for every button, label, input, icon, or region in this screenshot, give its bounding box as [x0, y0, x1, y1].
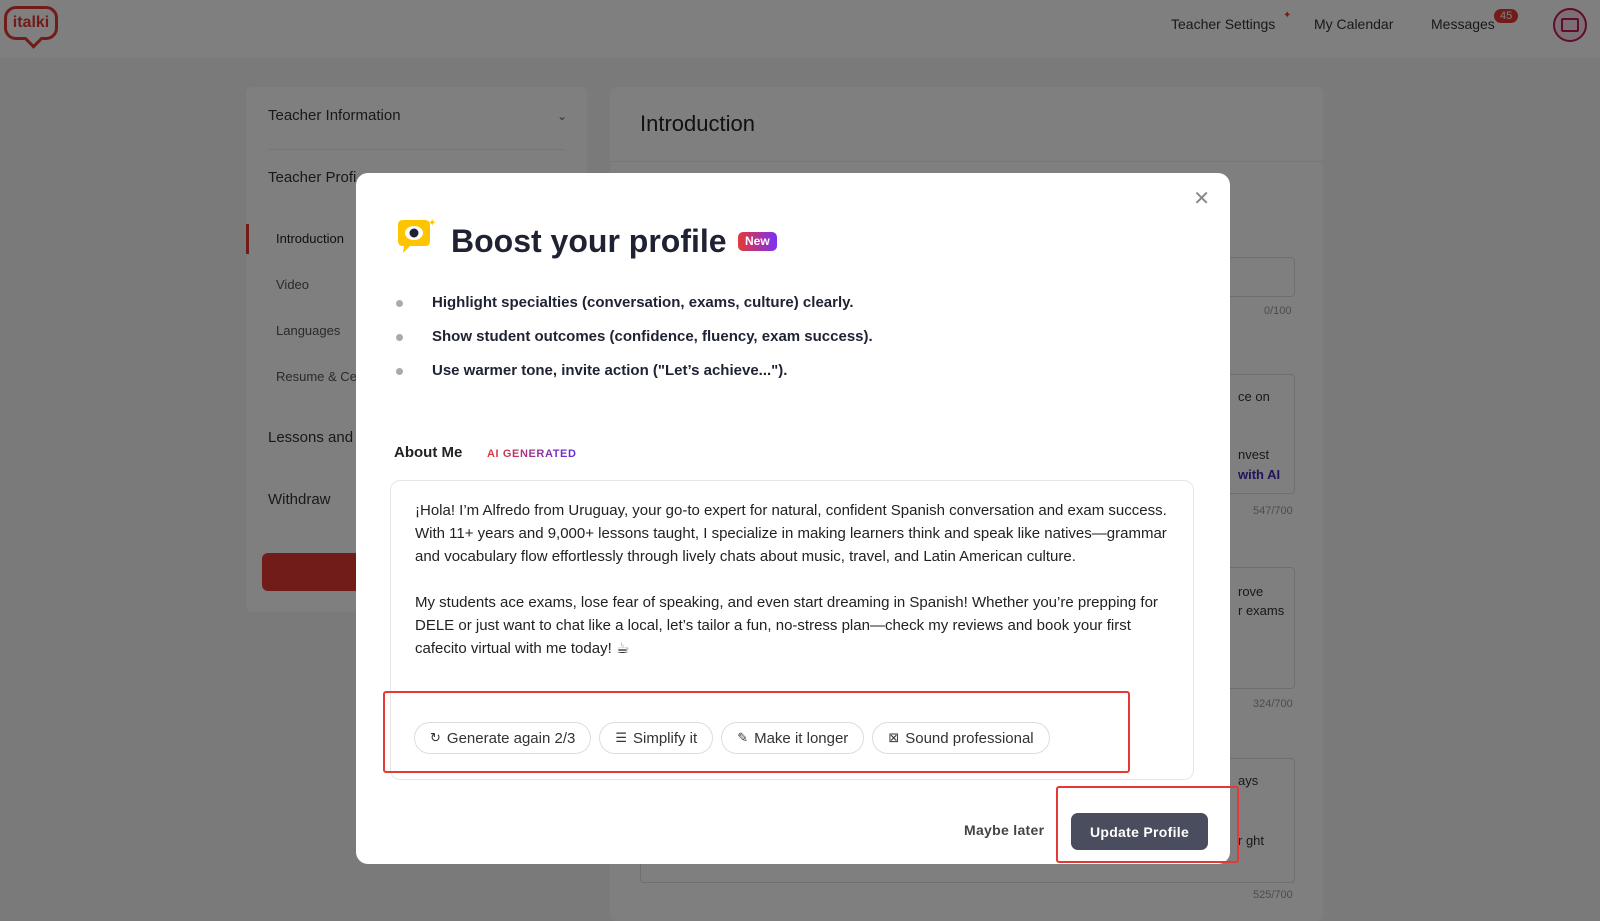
update-profile-button[interactable]: Update Profile	[1071, 813, 1208, 850]
svg-text:✦: ✦	[428, 218, 436, 229]
ai-speech-bubble-icon: ✦	[398, 218, 436, 253]
boost-profile-modal: ✕ ✦ Boost your profile New Highlight spe…	[356, 173, 1230, 864]
tip-text: Use warmer tone, invite action ("Let’s a…	[432, 362, 788, 379]
ai-action-row: ↻ Generate again 2/3 ☰ Simplify it ✎ Mak…	[414, 722, 1050, 754]
about-me-label: About Me	[394, 444, 463, 461]
tip-item: Show student outcomes (confidence, fluen…	[394, 327, 873, 361]
about-me-paragraph: My students ace exams, lose fear of spea…	[415, 594, 1158, 657]
make-longer-label: Make it longer	[754, 729, 849, 747]
close-icon[interactable]: ✕	[1193, 189, 1210, 209]
about-me-paragraph: ¡Hola! I’m Alfredo from Uruguay, your go…	[415, 502, 1167, 565]
bullet-icon	[396, 300, 403, 307]
bullet-icon	[396, 368, 403, 375]
refresh-icon: ↻	[430, 730, 441, 745]
sound-professional-label: Sound professional	[905, 729, 1034, 747]
modal-title: Boost your profile	[451, 223, 727, 259]
make-longer-button[interactable]: ✎ Make it longer	[721, 722, 865, 754]
tips-list: Highlight specialties (conversation, exa…	[394, 293, 873, 395]
new-badge: New	[738, 232, 777, 251]
tip-item: Use warmer tone, invite action ("Let’s a…	[394, 361, 873, 395]
bullet-icon	[396, 334, 403, 341]
tip-text: Show student outcomes (confidence, fluen…	[432, 328, 873, 345]
maybe-later-button[interactable]: Maybe later	[964, 822, 1044, 838]
generate-again-button[interactable]: ↻ Generate again 2/3	[414, 722, 592, 754]
list-icon: ☰	[615, 730, 627, 745]
ai-generated-tag: AI GENERATED	[487, 448, 577, 460]
simplify-label: Simplify it	[633, 729, 698, 747]
tip-item: Highlight specialties (conversation, exa…	[394, 293, 873, 327]
pen-icon: ✎	[737, 730, 749, 745]
generate-again-label: Generate again 2/3	[446, 729, 576, 747]
sound-professional-button[interactable]: ⊠ Sound professional	[872, 722, 1050, 754]
tip-text: Highlight specialties (conversation, exa…	[432, 294, 854, 311]
sparkle-icon: ⊠	[888, 730, 900, 745]
simplify-button[interactable]: ☰ Simplify it	[599, 722, 714, 754]
